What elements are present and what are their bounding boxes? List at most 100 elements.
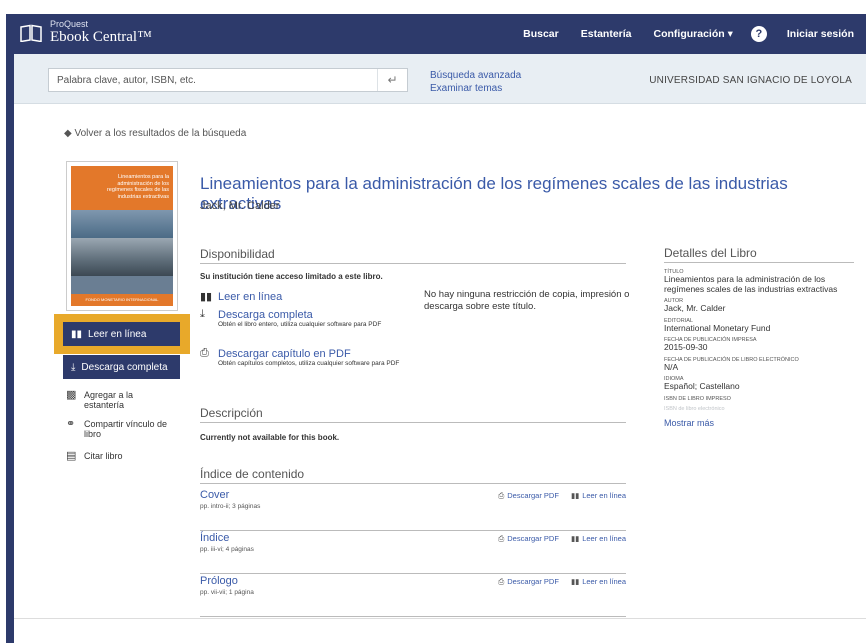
isbn-ebook-label: ISBN de libro electrónico xyxy=(664,405,725,412)
share-link-label: Compartir vínculo de libro xyxy=(84,419,168,439)
brand-name[interactable]: Ebook Central™ xyxy=(50,29,152,46)
cover-publisher: FONDO MONETARIO INTERNACIONAL xyxy=(71,294,173,306)
detail-value: Jack, Mr. Calder xyxy=(664,303,726,313)
toc-download-label: Descargar PDF xyxy=(507,491,559,500)
browse-topics-link[interactable]: Examinar temas xyxy=(430,82,521,95)
description-text: Currently not available for this book. xyxy=(200,433,340,442)
footer-divider xyxy=(14,618,866,619)
toc-item-pages: pp. intro-ii; 3 páginas xyxy=(200,503,261,510)
toc-item-actions: ⎙ Descargar PDF ▮▮ Leer en línea xyxy=(498,491,626,501)
detail-value: International Monetary Fund xyxy=(664,322,771,333)
book-cover[interactable]: Lineamientos para la administración de l… xyxy=(66,161,178,311)
search-input[interactable] xyxy=(49,69,369,91)
detail-field: Autor Jack, Mr. Calder xyxy=(664,298,854,314)
read-online-button[interactable]: ▮▮ Leer en línea xyxy=(63,322,180,346)
search-strip: ↵ Búsqueda avanzada Examinar temas UNIVE… xyxy=(14,54,866,104)
share-link-action[interactable]: ⚭ Compartir vínculo de libro xyxy=(66,418,174,440)
cover-image: Lineamientos para la administración de l… xyxy=(71,166,173,306)
download-icon: ⤓ xyxy=(71,361,76,373)
link-icon: ⚭ xyxy=(66,418,76,430)
toc-download-label: Descargar PDF xyxy=(507,534,559,543)
shelf-add-icon: ▩ xyxy=(66,389,77,401)
avail-download-chapter-label: Descargar capítulo en PDF xyxy=(218,347,351,360)
toc-read-online[interactable]: ▮▮ Leer en línea xyxy=(571,577,626,587)
detail-value: 2015-09-30 xyxy=(664,342,708,352)
brand-small-text: ProQuest xyxy=(50,19,89,29)
avail-download-full-label: Descarga completa xyxy=(218,308,313,321)
avail-download-full-sub: Obtén el libro entero, utiliza cualquier… xyxy=(218,321,382,328)
nav-buscar[interactable]: Buscar xyxy=(523,28,559,40)
add-to-shelf-action[interactable]: ▩ Agregar a la estantería xyxy=(66,389,144,411)
toc-heading: Índice de contenido xyxy=(200,467,626,484)
printer-icon: ⎙ xyxy=(498,577,505,586)
toc-download-pdf[interactable]: ⎙ Descargar PDF xyxy=(498,491,559,501)
cite-label: Citar libro xyxy=(84,451,123,461)
toc-read-label: Leer en línea xyxy=(582,534,626,543)
avail-download-chapter-sub: Obtén capítulos completos, utiliza cualq… xyxy=(218,360,400,367)
description-heading: Descripción xyxy=(200,406,626,423)
top-navigation-bar: ProQuest Ebook Central™ Buscar Estanterí… xyxy=(14,14,866,54)
quote-icon: ▤ xyxy=(66,450,77,462)
cover-photo-sea xyxy=(71,210,173,238)
toc-row: Prólogo pp. vii-vii; 1 página ⎙ Descargar… xyxy=(200,575,626,617)
detail-field: Fecha de publicación de libro electrónic… xyxy=(664,357,854,373)
toc-read-online[interactable]: ▮▮ Leer en línea xyxy=(571,491,626,501)
nav-configuracion-dropdown[interactable]: Configuración ▾ xyxy=(654,28,733,40)
printer-icon: ⎙ xyxy=(200,347,209,359)
search-links: Búsqueda avanzada Examinar temas xyxy=(430,69,521,95)
nav-estanteria[interactable]: Estantería xyxy=(581,28,632,40)
toc-item-pages: pp. vii-vii; 1 página xyxy=(200,589,254,596)
toc-read-label: Leer en línea xyxy=(582,491,626,500)
detail-value: Lineamientos para la administración de l… xyxy=(664,274,838,294)
book-author[interactable]: Jack, Mr. Calder xyxy=(200,200,279,212)
book-title: Lineamientos para la administración de l… xyxy=(200,174,788,213)
book-icon: ▮▮ xyxy=(570,577,580,586)
toc-row: Índice pp. iii-vi; 4 páginas ⎙ Descargar … xyxy=(200,532,626,574)
cover-photo-ground xyxy=(71,276,173,294)
toc-download-pdf[interactable]: ⎙ Descargar PDF xyxy=(498,534,559,544)
detail-field: Idioma Español; Castellano xyxy=(664,376,854,392)
app-window: ProQuest Ebook Central™ Buscar Estanterí… xyxy=(14,14,866,643)
toc-item-title[interactable]: Prólogo xyxy=(200,575,238,587)
avail-read-online-label: Leer en línea xyxy=(218,290,283,303)
toc-item-title[interactable]: Índice xyxy=(200,532,229,544)
toc-row: Cover pp. intro-ii; 3 páginas ⎙ Descargar… xyxy=(200,489,626,531)
availability-heading: Disponibilidad xyxy=(200,247,626,264)
full-download-label: Descarga completa xyxy=(81,361,168,373)
back-to-results-link[interactable]: ◆ Volver a los resultados de la búsqueda xyxy=(64,128,246,139)
download-icon: ⤓ xyxy=(200,308,205,320)
printer-icon: ⎙ xyxy=(498,534,505,543)
help-icon[interactable]: ? xyxy=(750,26,767,42)
advanced-search-link[interactable]: Búsqueda avanzada xyxy=(430,69,521,82)
toc-read-label: Leer en línea xyxy=(582,577,626,586)
show-more-link[interactable]: Mostrar más xyxy=(664,418,854,428)
toc-item-actions: ⎙ Descargar PDF ▮▮ Leer en línea xyxy=(498,534,626,544)
toc-download-label: Descargar PDF xyxy=(507,577,559,586)
book-icon: ▮▮ xyxy=(570,534,580,543)
detail-field: Título Lineamientos para la administraci… xyxy=(664,269,854,294)
open-book-icon[interactable] xyxy=(20,24,42,42)
toc-download-pdf[interactable]: ⎙ Descargar PDF xyxy=(498,577,559,587)
full-download-button[interactable]: ⤓ Descarga completa xyxy=(63,355,180,379)
toc-item-title[interactable]: Cover xyxy=(200,489,229,501)
availability-note: Su institución tiene acceso limitado a e… xyxy=(200,272,383,281)
book-icon: ▮▮ xyxy=(570,491,580,500)
avail-download-chapter[interactable]: ⎙ Descargar capítulo en PDF Obtén capítul… xyxy=(200,347,400,368)
search-box: ↵ xyxy=(48,68,408,92)
enter-arrow-icon[interactable]: ↵ xyxy=(377,69,407,91)
printer-icon: ⎙ xyxy=(498,491,505,500)
toc-read-online[interactable]: ▮▮ Leer en línea xyxy=(571,534,626,544)
book-details-heading: Detalles del Libro xyxy=(664,246,854,263)
cover-title: Lineamientos para la administración de l… xyxy=(106,174,169,200)
book-icon: ▮▮ xyxy=(200,291,213,303)
cite-action[interactable]: ▤ Citar libro xyxy=(66,450,123,462)
main-nav: Buscar Estantería Configuración ▾ ? Inic… xyxy=(523,14,866,54)
avail-read-online[interactable]: ▮▮ Leer en línea xyxy=(200,290,283,304)
detail-value: Español; Castellano xyxy=(664,381,740,391)
toc-item-pages: pp. iii-vi; 4 páginas xyxy=(200,546,254,553)
toc-item-actions: ⎙ Descargar PDF ▮▮ Leer en línea xyxy=(498,577,626,587)
book-icon: ▮▮ xyxy=(71,328,83,340)
avail-download-full[interactable]: ⤓ Descarga completa Obtén el libro entero… xyxy=(200,308,400,329)
detail-field: Fecha de publicación impresa 2015-09-30 xyxy=(664,337,854,353)
nav-iniciar-sesion[interactable]: Iniciar sesión xyxy=(787,28,854,40)
